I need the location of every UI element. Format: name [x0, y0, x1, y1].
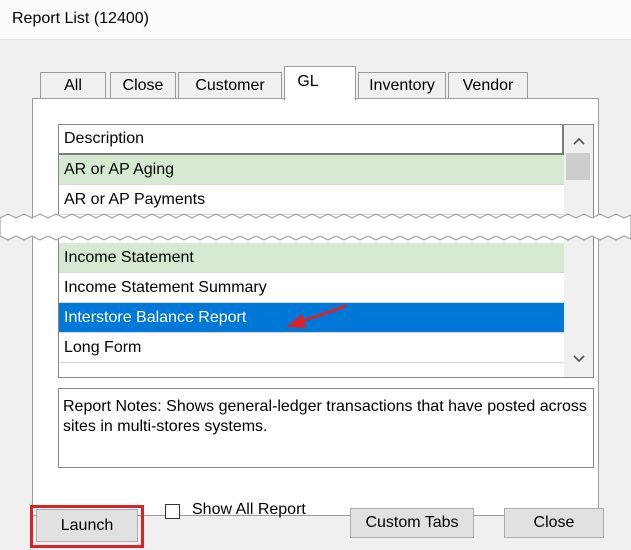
tab-gl-label: GL: [297, 73, 319, 90]
tab-customer-label: Customer: [195, 77, 265, 94]
tab-vendor[interactable]: Vendor: [448, 72, 528, 100]
tab-close[interactable]: Close: [110, 72, 176, 100]
close-label: Close: [533, 514, 575, 531]
list-item[interactable]: Long Form: [59, 333, 564, 363]
list-item[interactable]: Income Statement Summary: [59, 273, 564, 303]
window-title: Report List (12400): [12, 10, 149, 27]
tab-inventory-label: Inventory: [369, 77, 435, 94]
tab-all-label: All: [64, 77, 82, 94]
report-list-window: Report List (12400) All Close Customer G…: [0, 0, 631, 550]
scrollbar-thumb[interactable]: [566, 153, 590, 180]
launch-label: Launch: [60, 517, 114, 534]
list-item[interactable]: AR or AP Aging: [59, 155, 564, 185]
chevron-down-icon[interactable]: [564, 347, 593, 371]
launch-button[interactable]: Launch: [36, 509, 138, 542]
tab-inventory[interactable]: Inventory: [358, 72, 446, 100]
custom-tabs-label: Custom Tabs: [365, 514, 459, 531]
tab-all[interactable]: All: [40, 72, 106, 100]
tab-gl[interactable]: GL: [284, 66, 356, 100]
tab-customer[interactable]: Customer: [178, 72, 282, 100]
report-list[interactable]: Description AR or AP Aging AR or AP Paym…: [58, 124, 594, 378]
report-notes: Report Notes: Shows general-ledger trans…: [58, 388, 594, 468]
title-bar[interactable]: Report List (12400): [0, 0, 631, 40]
column-header-description[interactable]: Description: [59, 125, 564, 155]
tab-vendor-label: Vendor: [462, 77, 514, 94]
show-all-report-label[interactable]: Show All Report: [192, 501, 306, 519]
show-all-report-checkbox[interactable]: [165, 504, 180, 519]
tab-close-label: Close: [122, 77, 164, 94]
list-item[interactable]: Income Statement: [59, 243, 564, 273]
annotation-arrow-icon: [286, 304, 347, 328]
chevron-up-icon[interactable]: [564, 129, 593, 153]
vertical-scrollbar[interactable]: [564, 125, 593, 377]
torn-edge-break: [0, 213, 631, 241]
custom-tabs-button[interactable]: Custom Tabs: [350, 508, 474, 538]
close-button[interactable]: Close: [504, 508, 604, 538]
